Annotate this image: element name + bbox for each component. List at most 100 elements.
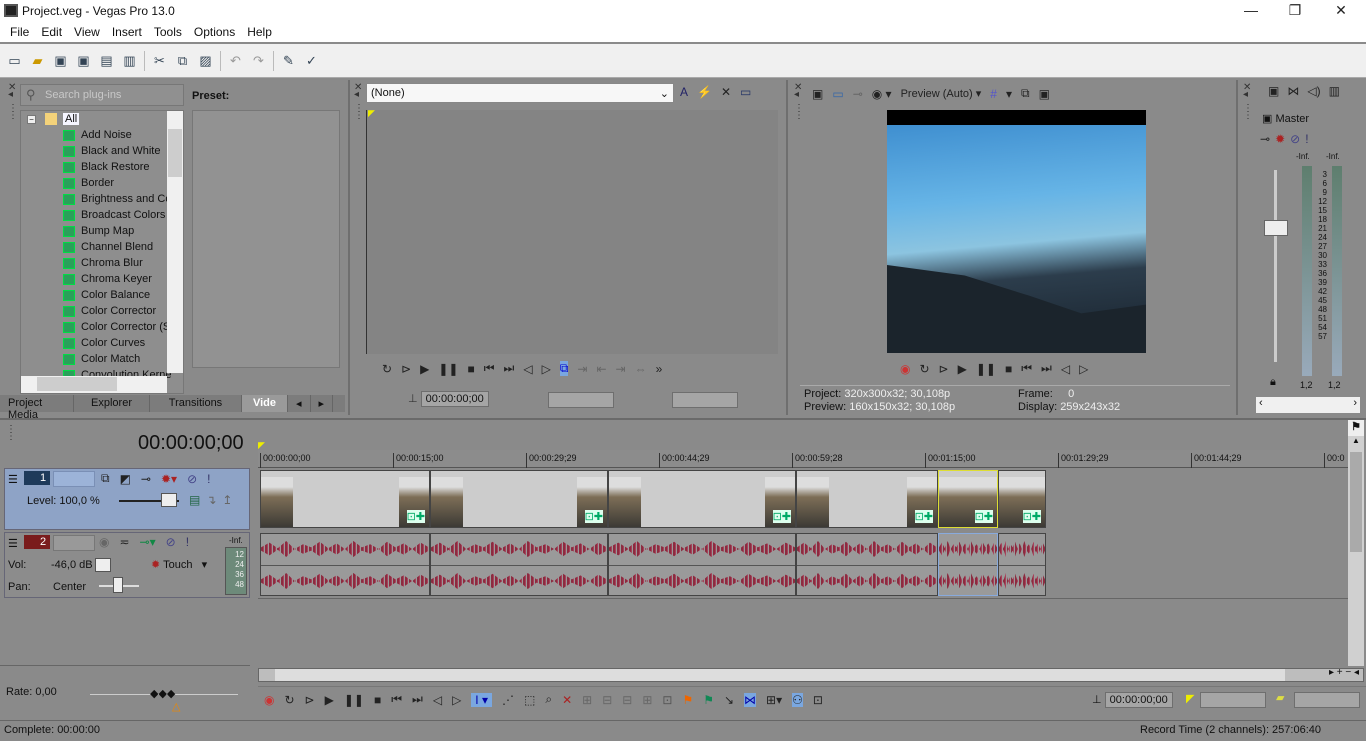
pan-slider-thumb[interactable] bbox=[113, 577, 123, 593]
pause-icon[interactable]: ❚❚ bbox=[344, 693, 364, 707]
auto-crossfade-icon[interactable]: ⋈ bbox=[744, 692, 757, 707]
fx-settings-icon[interactable]: ✹ bbox=[1275, 132, 1285, 146]
volume-slider[interactable] bbox=[95, 558, 111, 572]
preview-quality-dropdown[interactable]: Preview (Auto) ▾ bbox=[901, 87, 982, 100]
tab-transitions[interactable]: Transitions bbox=[150, 395, 242, 412]
track-name-field[interactable] bbox=[53, 535, 95, 551]
mute-icon[interactable]: ⊘ bbox=[166, 535, 176, 549]
save-icon[interactable]: ▣ bbox=[52, 52, 69, 69]
master-scrollbar[interactable]: ‹ › bbox=[1256, 397, 1360, 413]
parent-child-icon[interactable]: ◩ bbox=[120, 472, 131, 486]
trim-start-icon[interactable]: ⊟ bbox=[602, 693, 612, 707]
plugin-item[interactable]: Add Noise bbox=[21, 127, 183, 143]
lock-icon[interactable]: ⊡ bbox=[662, 693, 672, 707]
menu-options[interactable]: Options bbox=[188, 22, 241, 42]
plugin-list-hscrollbar[interactable] bbox=[21, 376, 167, 393]
trim-icon[interactable]: ⊞ bbox=[582, 693, 592, 707]
plugin-item[interactable]: Broadcast Colors bbox=[21, 207, 183, 223]
monitor-icon[interactable]: ▭ bbox=[740, 85, 751, 99]
ignore-grouping-icon[interactable]: ⊡ bbox=[813, 693, 823, 707]
tree-root[interactable]: − All bbox=[21, 111, 183, 127]
plugin-item[interactable]: Color Balance bbox=[21, 287, 183, 303]
panel-close-icon[interactable]: ✕ ◂ ⋮ ⋮ bbox=[8, 83, 18, 121]
track-name-field[interactable] bbox=[53, 471, 95, 487]
delete-icon[interactable]: ✕ bbox=[562, 693, 572, 707]
video-event[interactable]: ⊡✚ bbox=[998, 470, 1046, 528]
solo-icon[interactable]: ! bbox=[186, 535, 189, 549]
plugin-item[interactable]: Black and White bbox=[21, 143, 183, 159]
minimize-track-icon[interactable]: ☰ bbox=[8, 537, 18, 550]
marker-icon[interactable]: ⚑ bbox=[682, 693, 693, 707]
stop-icon[interactable]: ■ bbox=[374, 693, 381, 707]
loop-icon[interactable]: ↻ bbox=[382, 362, 392, 376]
mute-icon[interactable]: ⊘ bbox=[1290, 132, 1300, 146]
loop-icon[interactable]: ↻ bbox=[919, 362, 929, 376]
grid-icon[interactable]: # bbox=[990, 87, 997, 101]
track-fx-icon[interactable]: ⊸▾ bbox=[140, 535, 156, 549]
pause-icon[interactable]: ❚❚ bbox=[438, 362, 458, 376]
trimmer-time-field[interactable]: ⊥ 00:00:00;00 bbox=[408, 391, 489, 407]
video-event[interactable]: ⊡✚ bbox=[796, 470, 938, 528]
menu-edit[interactable]: Edit bbox=[35, 22, 68, 42]
video-event[interactable]: ⊡✚ bbox=[608, 470, 796, 528]
split-screen-icon[interactable]: ⊸ bbox=[853, 87, 863, 101]
go-start-icon[interactable]: ⏮ bbox=[391, 692, 402, 707]
make-child-icon[interactable]: ↴ bbox=[206, 493, 216, 507]
plugin-item[interactable]: Color Corrector (S bbox=[21, 319, 183, 335]
track-fx-icon[interactable]: ✹▾ bbox=[161, 472, 177, 486]
tab-video-fx[interactable]: Vide bbox=[242, 395, 288, 412]
event-fx-icon[interactable]: ⊡✚ bbox=[914, 510, 933, 523]
composite-mode-icon[interactable]: ⧉ bbox=[101, 471, 110, 486]
normal-edit-tool-icon[interactable]: I ▾ bbox=[471, 692, 492, 707]
time-ruler[interactable]: 00:00:00;00 00:00:15;00 00:00:29;29 00:00:4… bbox=[258, 450, 1348, 468]
video-event[interactable]: ⊡✚ bbox=[260, 470, 430, 528]
loop-icon[interactable]: ↻ bbox=[284, 693, 294, 707]
go-end-icon[interactable]: ⏭ bbox=[1041, 361, 1052, 376]
compositing-icon[interactable]: ▤ bbox=[189, 493, 200, 507]
event-fx-icon[interactable]: ⊡✚ bbox=[772, 510, 791, 523]
auto-ripple-icon[interactable]: ✓ bbox=[303, 52, 320, 69]
preview-grip[interactable]: ✕ ◂ ⋮ ⋮ bbox=[794, 83, 804, 121]
fit-icon[interactable]: ⇔ bbox=[635, 362, 647, 376]
add-to-timeline-icon[interactable]: ⇥ bbox=[577, 362, 587, 376]
trim-end-icon[interactable]: ⊟ bbox=[622, 693, 632, 707]
lock-icon[interactable]: 🔒︎ bbox=[1270, 376, 1276, 389]
go-end-icon[interactable]: ⏭ bbox=[504, 361, 515, 376]
properties-icon[interactable]: ▣ bbox=[1268, 84, 1279, 98]
timeline-hscrollbar[interactable]: ▸ + − ◂ bbox=[258, 667, 1364, 682]
level-slider-thumb[interactable] bbox=[161, 493, 177, 507]
copy-snapshot-icon[interactable]: ⧉ bbox=[1021, 86, 1030, 101]
lock-envelopes-icon[interactable]: ⚇ bbox=[792, 692, 803, 707]
open-icon[interactable]: ▰ bbox=[29, 52, 46, 69]
new-icon[interactable]: ▭ bbox=[6, 52, 23, 69]
properties-icon[interactable]: ▥ bbox=[121, 52, 138, 69]
play-icon[interactable]: ▶ bbox=[420, 362, 429, 376]
plugin-item[interactable]: Channel Blend bbox=[21, 239, 183, 255]
add-after-icon[interactable]: ⇤ bbox=[596, 362, 606, 376]
event-fx-icon[interactable]: ⊡✚ bbox=[584, 510, 603, 523]
preset-list[interactable] bbox=[192, 110, 340, 368]
split-icon[interactable]: ⊞ bbox=[642, 693, 652, 707]
downmix-icon[interactable]: ⋈ bbox=[1287, 84, 1299, 98]
event-fx-icon[interactable]: ⊡✚ bbox=[1022, 510, 1041, 523]
search-plugins-input[interactable]: ⚲ Search plug-ins bbox=[20, 84, 184, 106]
plugin-list-scrollbar[interactable] bbox=[167, 111, 183, 373]
plugin-item[interactable]: Black Restore bbox=[21, 159, 183, 175]
overlay-icon[interactable]: ◉ ▾ bbox=[872, 87, 892, 101]
go-start-icon[interactable]: ⏮ bbox=[484, 361, 495, 376]
solo-icon[interactable]: ! bbox=[1305, 132, 1308, 146]
fx-icon[interactable]: ⚡ bbox=[697, 85, 712, 99]
tab-explorer[interactable]: Explorer bbox=[74, 395, 150, 412]
play-from-start-icon[interactable]: ⊳ bbox=[939, 362, 949, 376]
play-icon[interactable]: ▶ bbox=[958, 362, 967, 376]
plugin-item[interactable]: Brightness and Co bbox=[21, 191, 183, 207]
rate-slider-thumb[interactable]: ◆◆◆ bbox=[150, 687, 175, 700]
close-button[interactable]: ✕ bbox=[1326, 2, 1356, 19]
dim-icon[interactable]: ◁) bbox=[1307, 84, 1320, 98]
pause-icon[interactable]: ❚❚ bbox=[976, 362, 996, 376]
play-from-start-icon[interactable]: ⊳ bbox=[401, 362, 411, 376]
go-end-icon[interactable]: ⏭ bbox=[412, 692, 423, 707]
trimmer-area[interactable]: ◤ bbox=[366, 108, 778, 354]
add-before-icon[interactable]: ⇥ bbox=[616, 362, 626, 376]
video-event[interactable]: ⊡✚ bbox=[938, 470, 998, 528]
